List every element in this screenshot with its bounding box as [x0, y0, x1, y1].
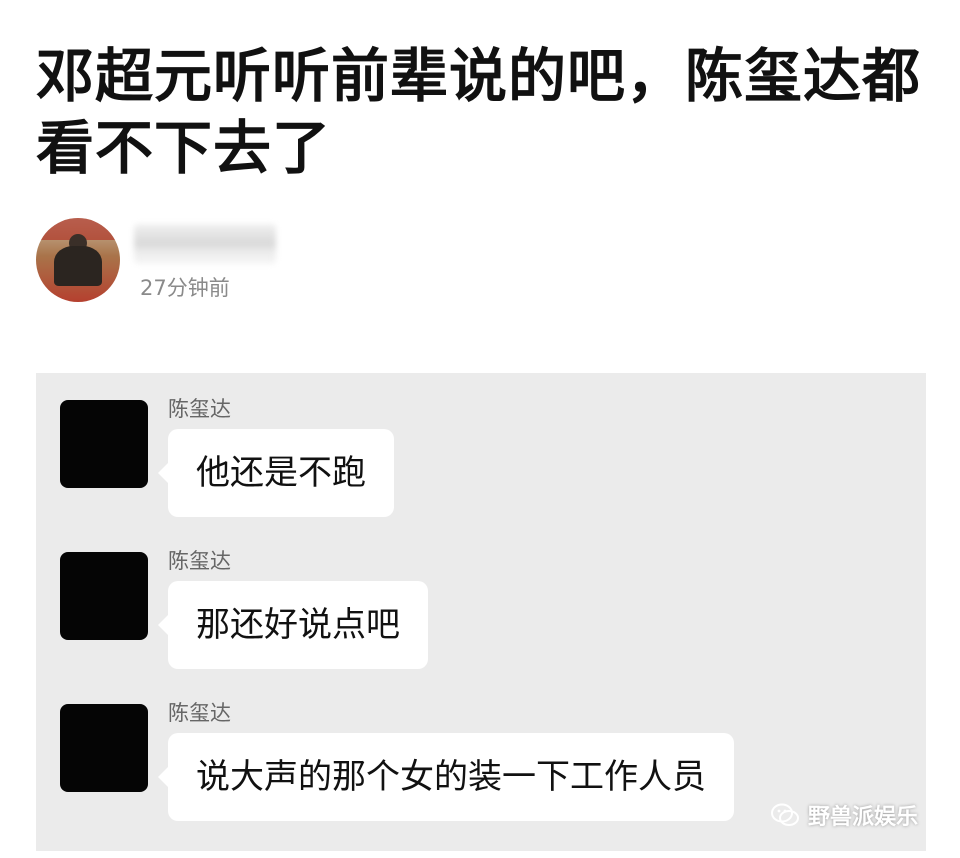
wechat-icon [771, 803, 799, 826]
sender-name: 陈玺达 [168, 701, 231, 725]
watermark-text: 野兽派娱乐 [808, 805, 919, 830]
avatar-figure [54, 246, 102, 286]
sender-avatar [60, 552, 148, 640]
watermark: 野兽派娱乐 [770, 800, 918, 830]
message-bubble: 他还是不跑 [158, 429, 394, 517]
post-time: 27分钟前 [140, 276, 230, 300]
article-title: 邓超元听听前辈说的吧，陈玺达都看不下去了 [36, 42, 922, 182]
author-info: 27分钟前 [36, 218, 456, 308]
message-bubble: 说大声的那个女的装一下工作人员 [158, 733, 734, 821]
message-bubble: 那还好说点吧 [158, 581, 428, 669]
sender-name: 陈玺达 [168, 397, 231, 421]
sender-name: 陈玺达 [168, 549, 231, 573]
sender-avatar [60, 704, 148, 792]
sender-avatar [60, 400, 148, 488]
author-name-blurred [134, 224, 276, 264]
chat-screenshot: 陈玺达 他还是不跑 陈玺达 那还好说点吧 陈玺达 说大声的那个女的装一下工作人员 [36, 373, 926, 851]
author-avatar[interactable] [36, 218, 120, 302]
